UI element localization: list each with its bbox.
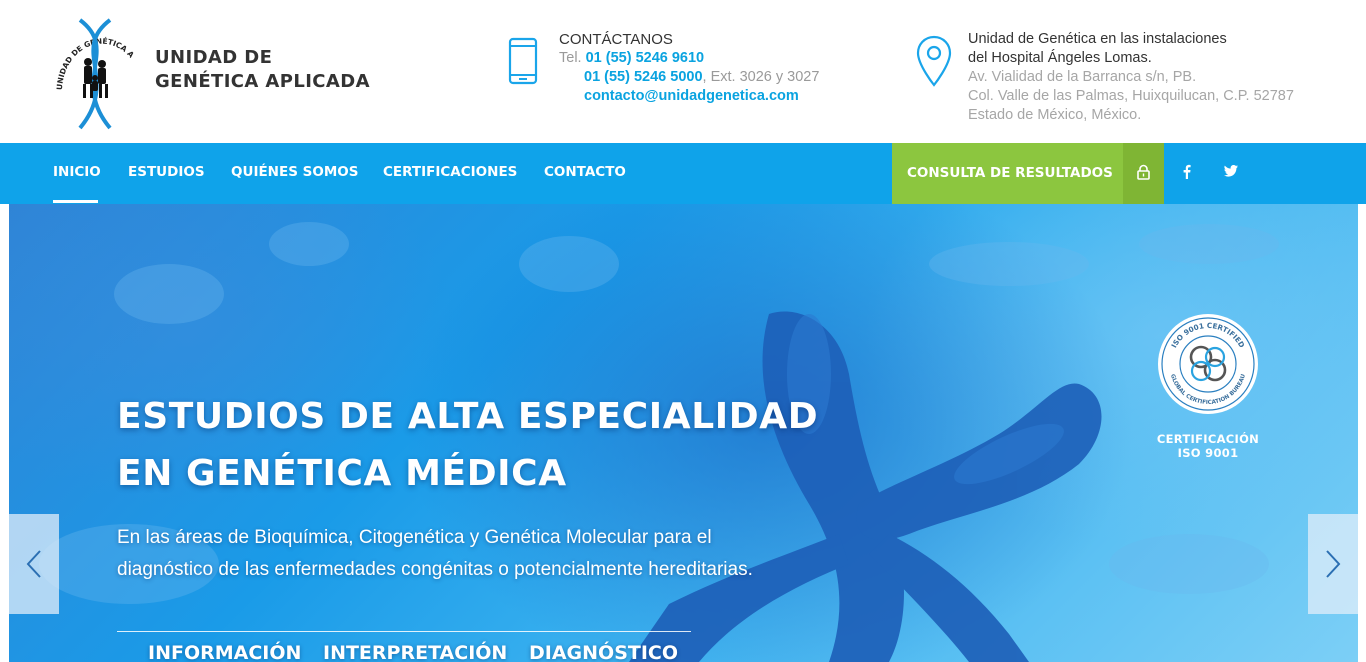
main-nav: INICIO ESTUDIOS QUIÉNES SOMOS CERTIFICAC…	[0, 143, 1366, 204]
site-logo[interactable]: UNIDAD DE GENÉTICA APLICADA, S.C.	[47, 3, 140, 132]
results-lock-button[interactable]	[1123, 143, 1164, 204]
hero-divider	[117, 631, 691, 632]
iso-caption-line-1: CERTIFICACIÓN	[1156, 432, 1260, 446]
iso-caption: CERTIFICACIÓN ISO 9001	[1149, 432, 1267, 460]
address-line-1: Unidad de Genética en las instalaciones	[968, 31, 1227, 47]
location-pin-icon	[916, 35, 952, 87]
address-line-2: del Hospital Ángeles Lomas.	[968, 50, 1152, 66]
nav-item-estudios[interactable]: ESTUDIOS	[128, 164, 205, 180]
chevron-right-icon	[1326, 550, 1341, 578]
hero-pill-informacion: INFORMACIÓN	[148, 642, 302, 662]
phone-link-1[interactable]: 01 (55) 5246 9610	[586, 50, 705, 66]
nav-item-contacto[interactable]: CONTACTO	[544, 164, 626, 180]
contact-title: CONTÁCTANOS	[559, 31, 673, 48]
phone-icon	[508, 37, 538, 85]
nav-item-certificaciones[interactable]: CERTIFICACIONES	[383, 164, 517, 180]
hero-pill-interpretacion: INTERPRETACIÓN	[323, 642, 508, 662]
results-button[interactable]: CONSULTA DE RESULTADOS	[892, 143, 1123, 204]
hero-subtitle: En las áreas de Bioquímica, Citogenética…	[117, 527, 753, 580]
phone-link-2[interactable]: 01 (55) 5246 5000	[584, 69, 703, 85]
slider-next-button[interactable]	[1308, 514, 1358, 614]
brand-line-1: UNIDAD DE	[155, 47, 273, 68]
iso-caption-line-2: ISO 9001	[1177, 446, 1239, 460]
active-nav-indicator	[53, 200, 98, 203]
hero-pill-diagnostico: DIAGNÓSTICO	[529, 642, 679, 662]
lock-icon	[1137, 164, 1150, 180]
nav-item-quienes-somos[interactable]: QUIÉNES SOMOS	[231, 164, 358, 180]
tel-label: Tel.	[559, 50, 582, 66]
address-line-3: Av. Vialidad de la Barranca s/n, PB.	[968, 69, 1197, 85]
brand-line-2: GENÉTICA APLICADA	[155, 71, 370, 92]
contact-block: CONTÁCTANOS Tel. 01 (55) 5246 9610 01 (5…	[559, 30, 819, 106]
site-header: UNIDAD DE GENÉTICA APLICADA, S.C. UNIDAD…	[0, 0, 1366, 143]
iso-certification-badge: ISO 9001 CERTIFIED GLOBAL CERTIFICATION …	[1158, 314, 1258, 414]
nav-item-inicio[interactable]: INICIO	[53, 164, 101, 180]
hero-slider: ESTUDIOS DE ALTA ESPECIALIDAD EN GENÉTIC…	[9, 204, 1358, 662]
chevron-left-icon	[26, 550, 41, 578]
twitter-icon[interactable]	[1224, 164, 1238, 181]
facebook-icon[interactable]	[1182, 164, 1191, 183]
address-line-4: Col. Valle de las Palmas, Huixquilucan, …	[968, 88, 1294, 104]
hero-title: ESTUDIOS DE ALTA ESPECIALIDAD EN GENÉTIC…	[117, 388, 818, 502]
hero-title-line-2: EN GENÉTICA MÉDICA	[117, 453, 567, 494]
address-block: Unidad de Genética en las instalaciones …	[968, 30, 1294, 125]
email-link[interactable]: contacto@unidadgenetica.com	[584, 88, 799, 104]
brand-name[interactable]: UNIDAD DE GENÉTICA APLICADA	[155, 46, 370, 94]
phone-extension: , Ext. 3026 y 3027	[702, 69, 820, 85]
hero-title-line-1: ESTUDIOS DE ALTA ESPECIALIDAD	[117, 396, 819, 437]
address-line-5: Estado de México, México.	[968, 107, 1142, 123]
results-button-label: CONSULTA DE RESULTADOS	[907, 165, 1113, 181]
slider-prev-button[interactable]	[9, 514, 59, 614]
